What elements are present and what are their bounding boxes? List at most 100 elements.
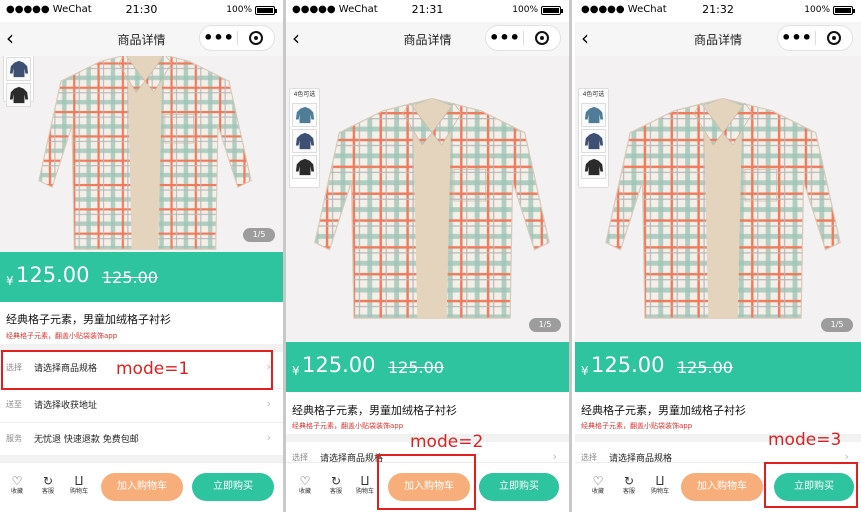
add-to-cart-button[interactable]: 加入购物车 bbox=[681, 473, 763, 501]
price-bar: ¥ 125.00 125.00 bbox=[0, 252, 283, 302]
phone-panel-mode-3: ●●●●● WeChat 21:32 100% ‹ 商品详情 ••• 4色可选 … bbox=[575, 0, 861, 512]
headset-icon: ↻ bbox=[330, 474, 342, 488]
service-label: 服务 bbox=[6, 434, 22, 443]
more-menu-icon[interactable]: ••• bbox=[200, 28, 237, 48]
bottom-action-bar: ♡ 收藏 ↻ 客服 ⨿ 购物车 加入购物车 立即购买 bbox=[0, 462, 283, 512]
phone-panel-mode-1: ●●●●● WeChat 21:30 100% ‹ 商品详情 ••• 1/5 ¥… bbox=[0, 0, 283, 512]
mini-program-capsule: ••• bbox=[199, 25, 275, 51]
color-thumbnail-black[interactable] bbox=[581, 155, 606, 179]
add-to-cart-button[interactable]: 加入购物车 bbox=[101, 473, 183, 501]
image-counter: 1/5 bbox=[529, 318, 561, 332]
more-menu-icon[interactable]: ••• bbox=[778, 28, 815, 48]
nav-bar: ‹ 商品详情 ••• bbox=[286, 22, 569, 56]
nav-bar: ‹ 商品详情 ••• bbox=[0, 22, 283, 56]
shirt-image bbox=[314, 97, 550, 319]
status-bar: ●●●●● WeChat 21:31 100% bbox=[286, 0, 569, 22]
image-counter: 1/5 bbox=[821, 318, 853, 332]
currency-symbol: ¥ bbox=[581, 364, 589, 378]
battery-percent: 100% bbox=[804, 5, 830, 15]
shirt-image bbox=[38, 56, 252, 250]
price-bar: ¥ 125.00 125.00 bbox=[575, 342, 861, 392]
phone-panel-mode-2: ●●●●● WeChat 21:31 100% ‹ 商品详情 ••• 4色可选 … bbox=[286, 0, 569, 512]
chevron-right-icon: › bbox=[266, 397, 271, 410]
product-image[interactable]: 1/5 bbox=[0, 56, 283, 252]
color-thumbnail-black[interactable] bbox=[6, 83, 31, 107]
color-count-caption: 4色可选 bbox=[582, 91, 605, 98]
original-price: 125.00 bbox=[388, 358, 444, 377]
color-thumbnail-teal[interactable] bbox=[292, 103, 317, 127]
close-program-button[interactable] bbox=[816, 31, 852, 45]
currency-symbol: ¥ bbox=[6, 274, 14, 288]
color-thumbnail-teal[interactable] bbox=[581, 103, 606, 127]
service-label: 客服 bbox=[622, 488, 635, 495]
buy-now-button[interactable]: 立即购买 bbox=[479, 473, 559, 501]
product-promo: 经典格子元素，翻盖小贴袋装饰app bbox=[292, 422, 404, 430]
cart-icon: ⨿ bbox=[74, 474, 84, 488]
favorite-label: 收藏 bbox=[10, 488, 23, 495]
customer-service-button[interactable]: ↻ 客服 bbox=[35, 475, 61, 496]
heart-icon: ♡ bbox=[299, 474, 311, 488]
headset-icon: ↻ bbox=[623, 474, 635, 488]
buy-now-button[interactable]: 立即购买 bbox=[192, 473, 274, 501]
product-image[interactable]: 4色可选 1/5 bbox=[575, 56, 861, 342]
mini-program-capsule: ••• bbox=[485, 25, 561, 51]
headset-icon: ↻ bbox=[42, 474, 54, 488]
target-circle-icon bbox=[534, 31, 549, 45]
cart-label: 购物车 bbox=[650, 488, 669, 495]
mini-shirt-icon bbox=[584, 106, 603, 124]
cart-button[interactable]: ⨿ 购物车 bbox=[647, 475, 673, 496]
color-count-caption: 4色可选 bbox=[293, 91, 316, 98]
favorite-label: 收藏 bbox=[591, 488, 604, 495]
screenshot-root: ●●●●● WeChat 21:30 100% ‹ 商品详情 ••• 1/5 ¥… bbox=[0, 0, 861, 512]
mini-shirt-icon bbox=[9, 60, 28, 78]
mini-program-capsule: ••• bbox=[777, 25, 853, 51]
nav-bar: ‹ 商品详情 ••• bbox=[575, 22, 861, 56]
product-promo: 经典格子元素，翻盖小贴袋装饰app bbox=[581, 422, 693, 430]
mode-label-3: mode=3 bbox=[768, 430, 842, 450]
cart-button[interactable]: ⨿ 购物车 bbox=[352, 475, 378, 496]
customer-service-button[interactable]: ↻ 客服 bbox=[616, 475, 642, 496]
battery-percent: 100% bbox=[226, 5, 252, 15]
color-thumbnail-strip: 4色可选 bbox=[289, 88, 320, 188]
service-label: 客服 bbox=[329, 488, 342, 495]
price-bar: ¥ 125.00 125.00 bbox=[286, 342, 569, 392]
original-price: 125.00 bbox=[102, 268, 158, 287]
color-thumbnail-black[interactable] bbox=[292, 155, 317, 179]
heart-icon: ♡ bbox=[592, 474, 604, 488]
close-program-button[interactable] bbox=[524, 31, 560, 45]
battery-icon bbox=[255, 5, 277, 15]
mini-shirt-icon bbox=[9, 86, 28, 104]
product-promo: 经典格子元素，翻盖小贴袋装饰app bbox=[6, 332, 118, 340]
highlight-box-mode-2 bbox=[377, 454, 476, 510]
battery-indicator: 100% bbox=[804, 5, 855, 15]
product-image[interactable]: 4色可选 1/5 bbox=[286, 56, 569, 342]
color-thumbnail-navy[interactable] bbox=[581, 129, 606, 153]
close-program-button[interactable] bbox=[238, 31, 274, 45]
service-row[interactable]: 服务 无忧退 快速退款 免费包邮 › bbox=[0, 422, 283, 454]
mini-shirt-icon bbox=[584, 158, 603, 176]
color-thumbnail-strip bbox=[3, 56, 34, 107]
highlight-box-mode-3 bbox=[764, 462, 858, 508]
status-bar: ●●●●● WeChat 21:32 100% bbox=[575, 0, 861, 22]
more-menu-icon[interactable]: ••• bbox=[486, 28, 523, 48]
favorite-button[interactable]: ♡ 收藏 bbox=[292, 475, 318, 496]
battery-indicator: 100% bbox=[512, 5, 563, 15]
address-row[interactable]: 送至 请选择收获地址 › bbox=[0, 388, 283, 420]
mini-shirt-icon bbox=[295, 132, 314, 150]
favorite-button[interactable]: ♡ 收藏 bbox=[585, 475, 611, 496]
current-price: 125.00 bbox=[16, 263, 90, 287]
current-price: 125.00 bbox=[591, 353, 665, 377]
cart-button[interactable]: ⨿ 购物车 bbox=[66, 475, 92, 496]
mini-shirt-icon bbox=[584, 132, 603, 150]
customer-service-button[interactable]: ↻ 客服 bbox=[323, 475, 349, 496]
color-thumbnail-navy[interactable] bbox=[292, 129, 317, 153]
product-name: 经典格子元素，男童加绒格子衬衫 bbox=[292, 404, 457, 417]
color-thumbnail-navy[interactable] bbox=[6, 57, 31, 81]
mode-label-1: mode=1 bbox=[116, 359, 190, 379]
product-name: 经典格子元素，男童加绒格子衬衫 bbox=[581, 404, 746, 417]
favorite-button[interactable]: ♡ 收藏 bbox=[4, 475, 30, 496]
shirt-image bbox=[605, 97, 841, 319]
target-circle-icon bbox=[248, 31, 263, 45]
cart-label: 购物车 bbox=[69, 488, 88, 495]
cart-label: 购物车 bbox=[355, 488, 374, 495]
